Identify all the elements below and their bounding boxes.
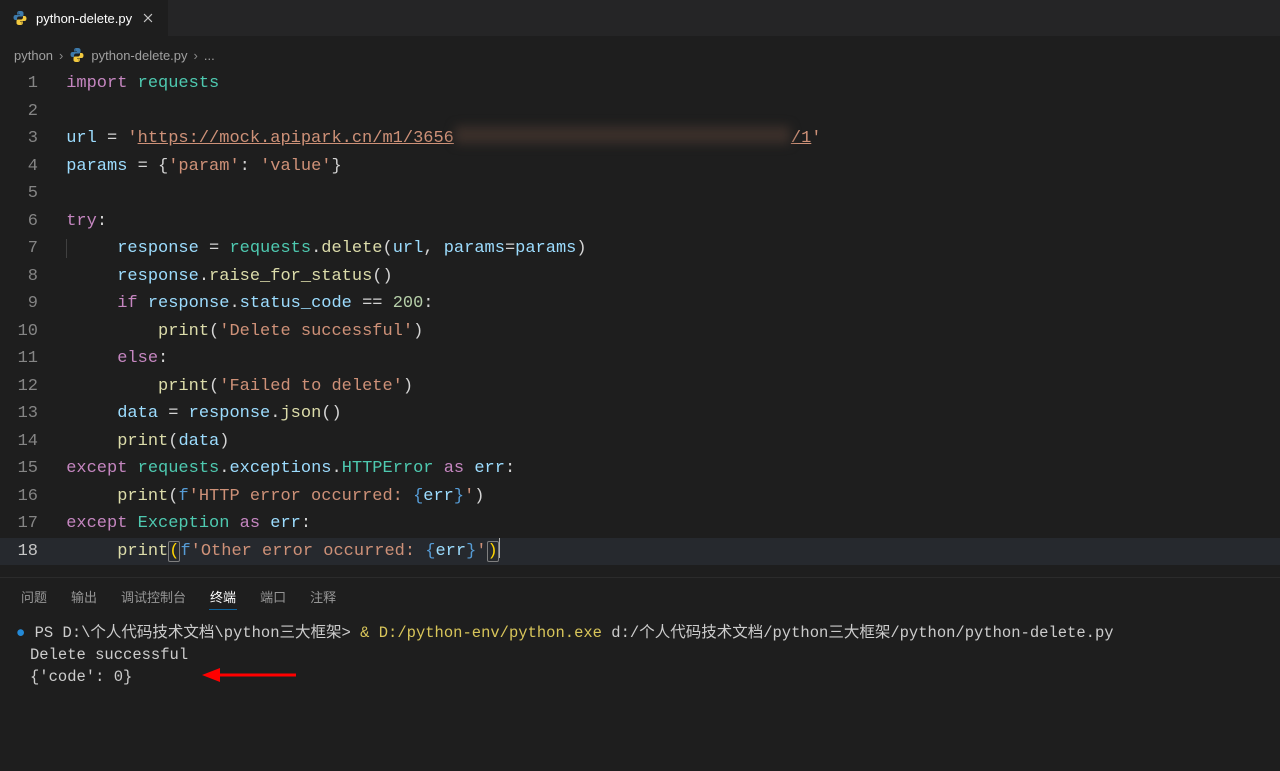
tab-ports[interactable]: 端口: [259, 583, 287, 610]
tab-problems[interactable]: 问题: [20, 583, 48, 610]
breadcrumb-file: python-delete.py: [91, 48, 187, 63]
chevron-right-icon: ›: [194, 48, 198, 63]
editor-tab[interactable]: python-delete.py: [0, 0, 169, 36]
redacted-url-segment: [455, 126, 790, 144]
text-cursor: [499, 538, 500, 558]
panel-tabs: 问题 输出 调试控制台 终端 端口 注释: [0, 578, 1280, 614]
tab-terminal[interactable]: 终端: [209, 583, 237, 610]
breadcrumb[interactable]: python › python-delete.py › ...: [0, 42, 1280, 68]
code-editor[interactable]: 1 import requests 2 3 url = 'https://moc…: [0, 68, 1280, 565]
tab-filename: python-delete.py: [36, 11, 132, 26]
terminal-output-line: {'code': 0}: [30, 668, 132, 686]
python-icon: [69, 47, 85, 63]
tab-debug-console[interactable]: 调试控制台: [120, 583, 187, 610]
python-icon: [12, 10, 28, 26]
close-icon[interactable]: [140, 10, 156, 26]
tab-comments[interactable]: 注释: [309, 583, 337, 610]
tab-bar: python-delete.py: [0, 0, 1280, 36]
chevron-right-icon: ›: [59, 48, 63, 63]
terminal[interactable]: ● PS D:\个人代码技术文档\python三大框架> & D:/python…: [0, 614, 1280, 688]
bottom-panel: 问题 输出 调试控制台 终端 端口 注释 ● PS D:\个人代码技术文档\py…: [0, 577, 1280, 688]
terminal-output-line: Delete successful: [30, 646, 188, 664]
breadcrumb-folder: python: [14, 48, 53, 63]
tab-output[interactable]: 输出: [70, 583, 98, 610]
breadcrumb-trailing: ...: [204, 48, 215, 63]
